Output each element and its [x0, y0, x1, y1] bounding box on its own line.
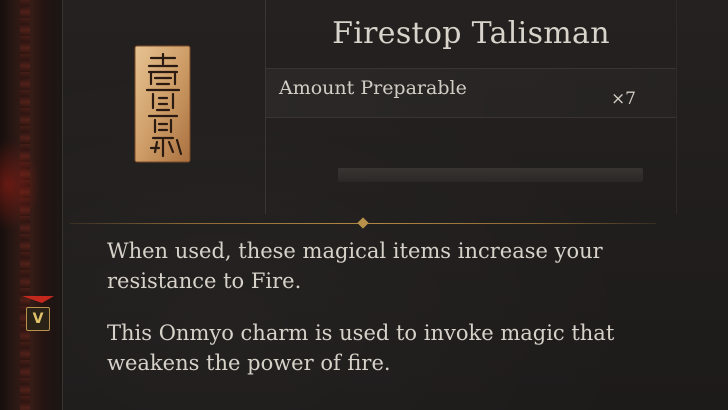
v-key-badge[interactable]: V — [26, 307, 50, 331]
panel-right-edge — [676, 0, 677, 214]
description-paragraph: When used, these magical items increase … — [107, 239, 603, 293]
talisman-icon — [133, 44, 192, 164]
red-arrow-marker-icon — [22, 294, 54, 304]
v-key-label: V — [32, 311, 44, 327]
amount-preparable-row: Amount Preparable ×7 — [266, 68, 676, 118]
item-description: When used, these magical items increase … — [107, 236, 667, 378]
description-paragraph: This Onmyo charm is used to invoke magic… — [107, 321, 615, 375]
left-decorative-border — [0, 0, 62, 410]
item-title: Firestop Talisman — [332, 16, 610, 51]
item-icon-area — [63, 0, 265, 214]
empty-stat-bar — [338, 168, 643, 182]
stat-label: Amount Preparable — [279, 77, 467, 99]
stat-value: ×7 — [610, 89, 636, 109]
